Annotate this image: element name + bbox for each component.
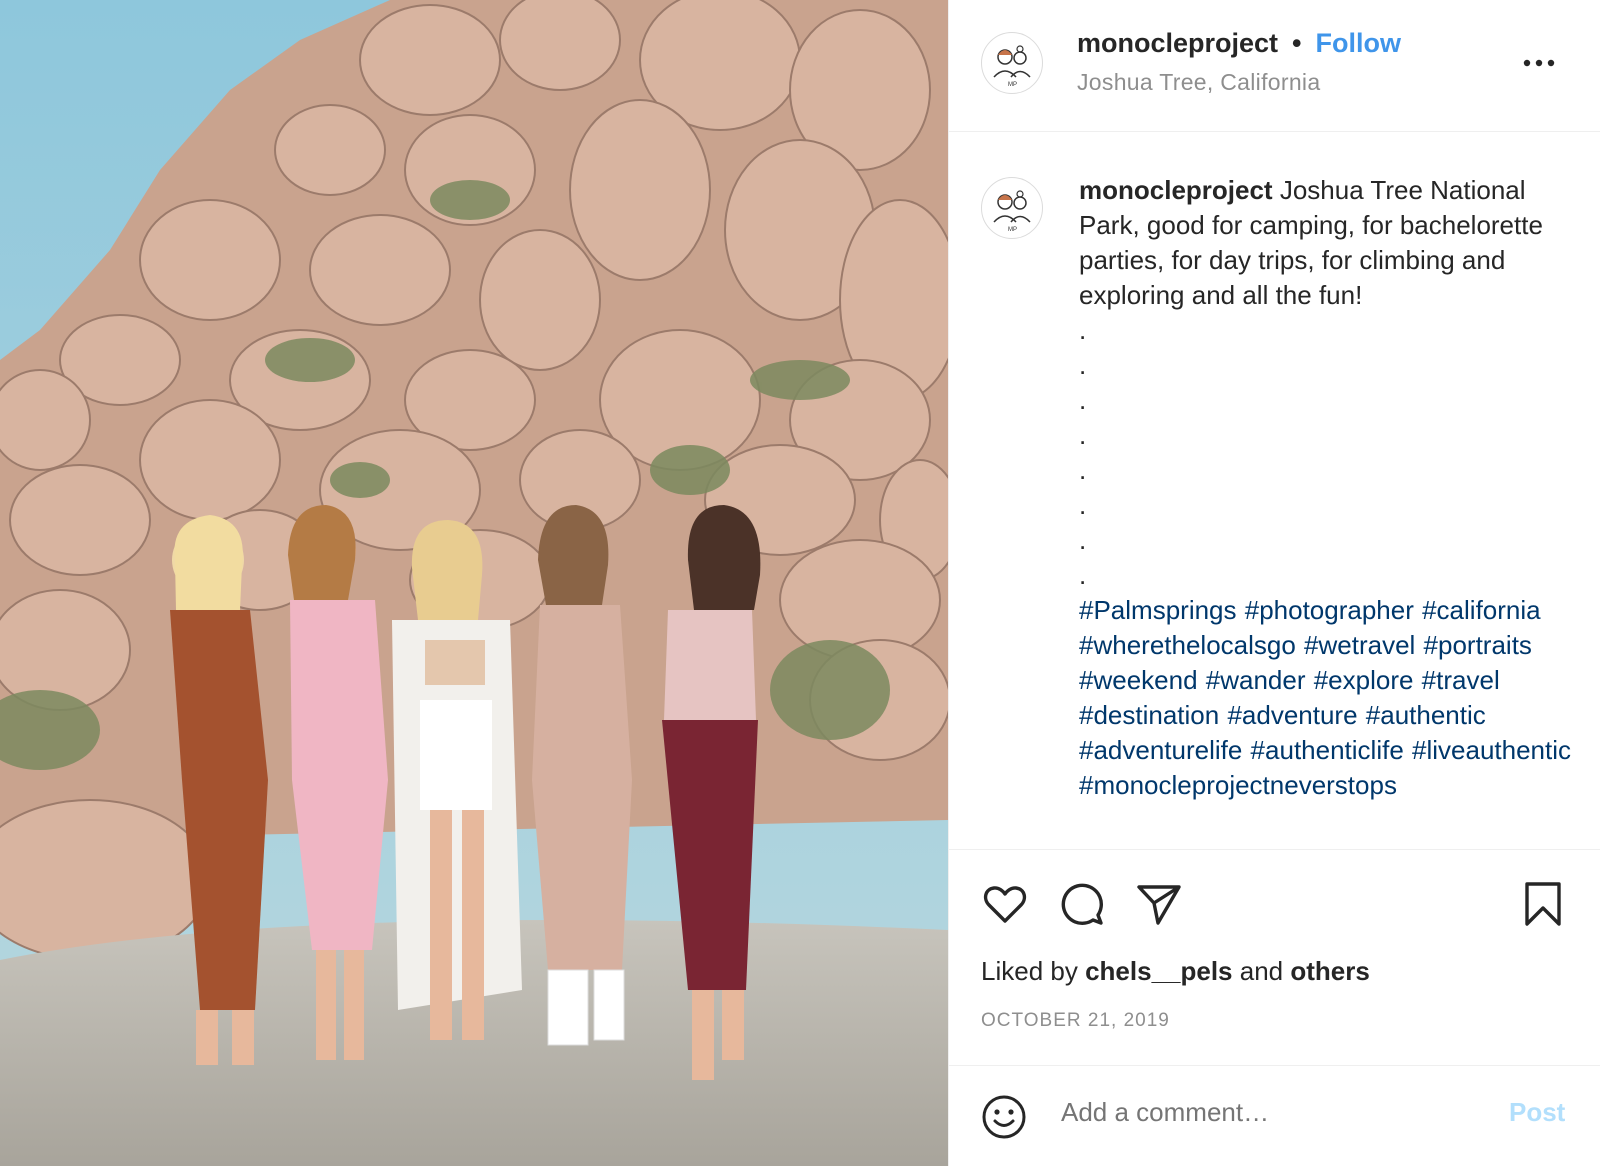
heart-icon[interactable] [981, 880, 1029, 933]
caption-dot: . [1079, 490, 1087, 520]
separator-dot: • [1292, 28, 1302, 58]
caption-dot: . [1079, 455, 1087, 485]
caption-dot: . [1079, 525, 1087, 555]
smiley-icon[interactable] [981, 1094, 1027, 1145]
follow-button[interactable]: Follow [1316, 28, 1401, 59]
caption-dot: . [1079, 315, 1087, 345]
caption-section: MP monocleproject Joshua Tree National P… [949, 133, 1600, 848]
bookmark-icon[interactable] [1521, 880, 1565, 933]
post-details-panel: MP monocleproject • Follow Joshua Tree, … [948, 0, 1600, 1166]
caption-avatar[interactable]: MP [981, 177, 1043, 239]
liker-username[interactable]: chels__pels [1085, 956, 1232, 986]
caption-dot: . [1079, 385, 1087, 415]
post-image [0, 0, 948, 1166]
comment-box: Post [949, 1065, 1600, 1166]
comment-input[interactable] [1059, 1096, 1483, 1129]
post-photo[interactable] [0, 0, 948, 1166]
comment-icon[interactable] [1059, 880, 1107, 933]
action-bar: Liked by chels__pels and others OCTOBER … [949, 849, 1600, 1065]
monocle-logo-icon: MP [993, 45, 1031, 88]
svg-text:MP: MP [1008, 227, 1017, 233]
hashtags[interactable]: #Palmsprings #photographer #california #… [1079, 593, 1579, 803]
username-link[interactable]: monocleproject [1077, 28, 1278, 59]
svg-text:MP: MP [1008, 82, 1017, 88]
caption-text: monocleproject Joshua Tree National Park… [1079, 173, 1579, 803]
share-icon[interactable] [1135, 880, 1183, 933]
location-link[interactable]: Joshua Tree, California [1077, 69, 1320, 96]
post-date[interactable]: OCTOBER 21, 2019 [981, 1010, 1170, 1032]
avatar[interactable]: MP [981, 32, 1043, 94]
post-header: MP monocleproject • Follow Joshua Tree, … [949, 0, 1600, 132]
caption-dot: . [1079, 560, 1087, 590]
more-options-icon[interactable] [1519, 48, 1559, 78]
likes-others-link[interactable]: others [1290, 956, 1369, 986]
instagram-post: MP monocleproject • Follow Joshua Tree, … [0, 0, 1600, 1166]
header-title-line: monocleproject • Follow [1077, 28, 1401, 59]
likes-connector: and [1239, 956, 1284, 986]
caption-dots: . . . . . . . . [1079, 313, 1579, 593]
likes-prefix: Liked by [981, 956, 1078, 986]
caption-dot: . [1079, 420, 1087, 450]
monocle-logo-icon: MP [993, 190, 1031, 233]
likes-summary: Liked by chels__pels and others [981, 956, 1370, 987]
post-comment-button[interactable]: Post [1509, 1097, 1565, 1128]
caption-username[interactable]: monocleproject [1079, 175, 1273, 205]
caption-dot: . [1079, 350, 1087, 380]
